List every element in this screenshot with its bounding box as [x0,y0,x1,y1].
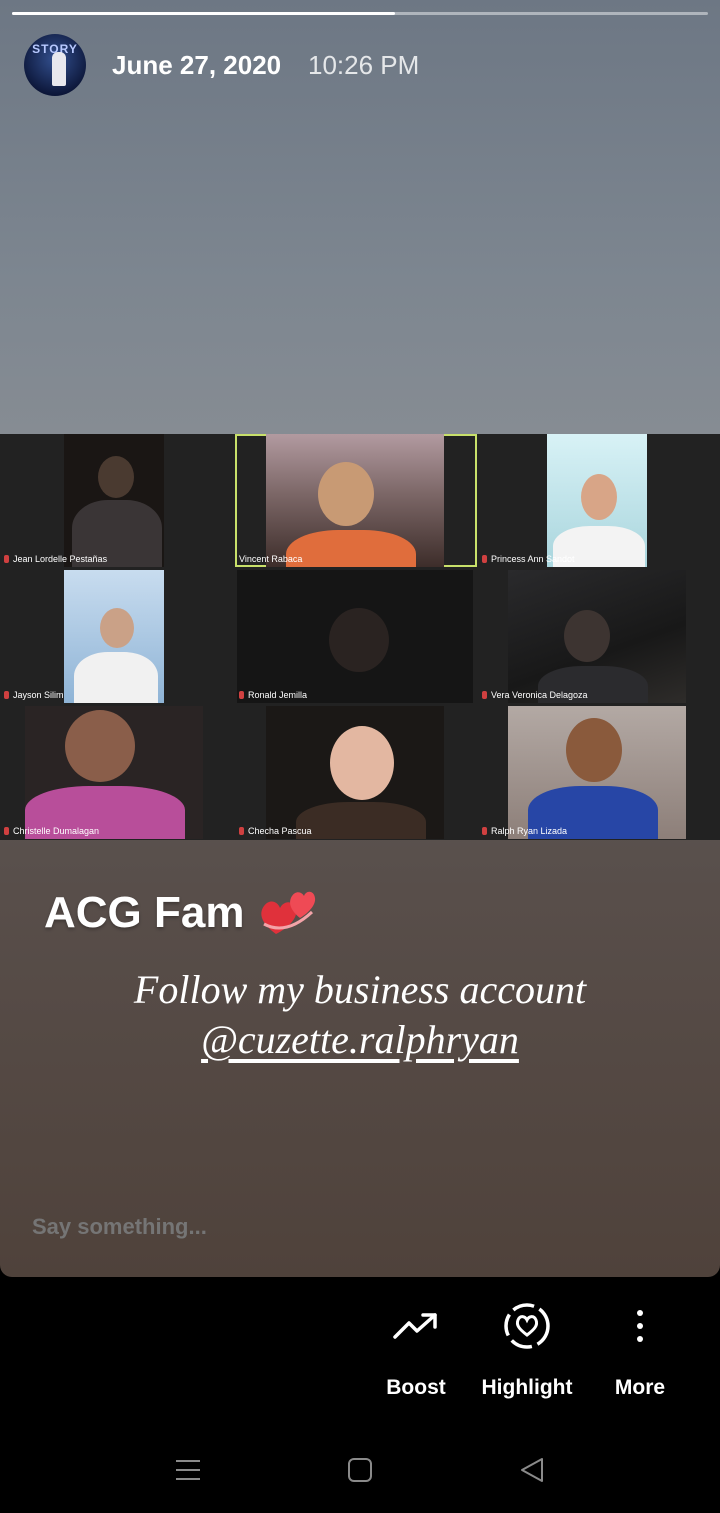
home-icon[interactable] [340,1455,380,1485]
participant-tile: Vera Veronica Delagoza [478,570,717,703]
muted-mic-icon [482,555,487,563]
highlight-button[interactable]: Highlight [472,1298,582,1400]
story-date: June 27, 2020 [112,50,282,80]
participant-tile-active: Vincent Rabaca [235,434,477,567]
reply-input[interactable] [32,1214,632,1240]
participant-name: Princess Ann Sandot [482,554,575,564]
boost-label: Boost [386,1376,446,1399]
muted-mic-icon [239,827,244,835]
highlight-heart-icon [504,1303,550,1349]
muted-mic-icon [482,827,487,835]
participant-tile: Christelle Dumalagan [0,706,239,839]
muted-mic-icon [4,555,9,563]
story-time: 10:26 PM [308,50,420,80]
participant-tile: Jean Lordelle Pestañas [0,434,239,567]
muted-mic-icon [4,691,9,699]
story-progress-bar [12,12,708,15]
profile-avatar-icon[interactable]: STORY [24,34,86,96]
participant-name: Ralph Ryan Lizada [482,826,567,836]
caption-follow-line: Follow my business account [133,967,587,1012]
more-vertical-icon [637,1310,643,1342]
trending-up-icon [393,1313,437,1339]
boost-button[interactable]: Boost [361,1298,471,1400]
caption-title: ACG Fam [44,888,245,937]
participant-tile: Princess Ann Sandot [478,434,717,567]
muted-mic-icon [4,827,9,835]
muted-mic-icon [239,691,244,699]
participant-tile: Checha Pascua [235,706,477,839]
caption-handle-line[interactable]: @cuzette.ralphryan [0,1016,720,1063]
recents-icon[interactable] [168,1455,208,1485]
participant-tile: Ralph Ryan Lizada [478,706,717,839]
story-progress-fill [12,12,395,15]
participant-name: Jayson Silim [4,690,64,700]
participant-tile: Jayson Silim [0,570,239,703]
muted-mic-icon [482,691,487,699]
business-handle-link[interactable]: @cuzette.ralphryan [201,1017,519,1062]
participant-name: Vera Veronica Delagoza [482,690,588,700]
video-call-grid: Jean Lordelle Pestañas Vincent Rabaca Pr… [0,434,720,840]
more-button[interactable]: More [585,1298,695,1400]
participant-name: Vincent Rabaca [239,554,303,564]
story-viewer[interactable]: STORY June 27, 2020 10:26 PM Jean Lordel… [0,0,720,1277]
more-label: More [614,1376,666,1399]
participant-name: Christelle Dumalagan [4,826,99,836]
participant-tile: Ronald Jemilla [235,570,477,703]
system-nav-bar [0,1425,720,1513]
back-icon[interactable] [512,1455,552,1485]
highlight-label: Highlight [481,1376,573,1399]
participant-name: Ronald Jemilla [239,690,307,700]
two-hearts-icon [261,891,316,934]
participant-name: Checha Pascua [239,826,312,836]
participant-name: Jean Lordelle Pestañas [4,554,107,564]
